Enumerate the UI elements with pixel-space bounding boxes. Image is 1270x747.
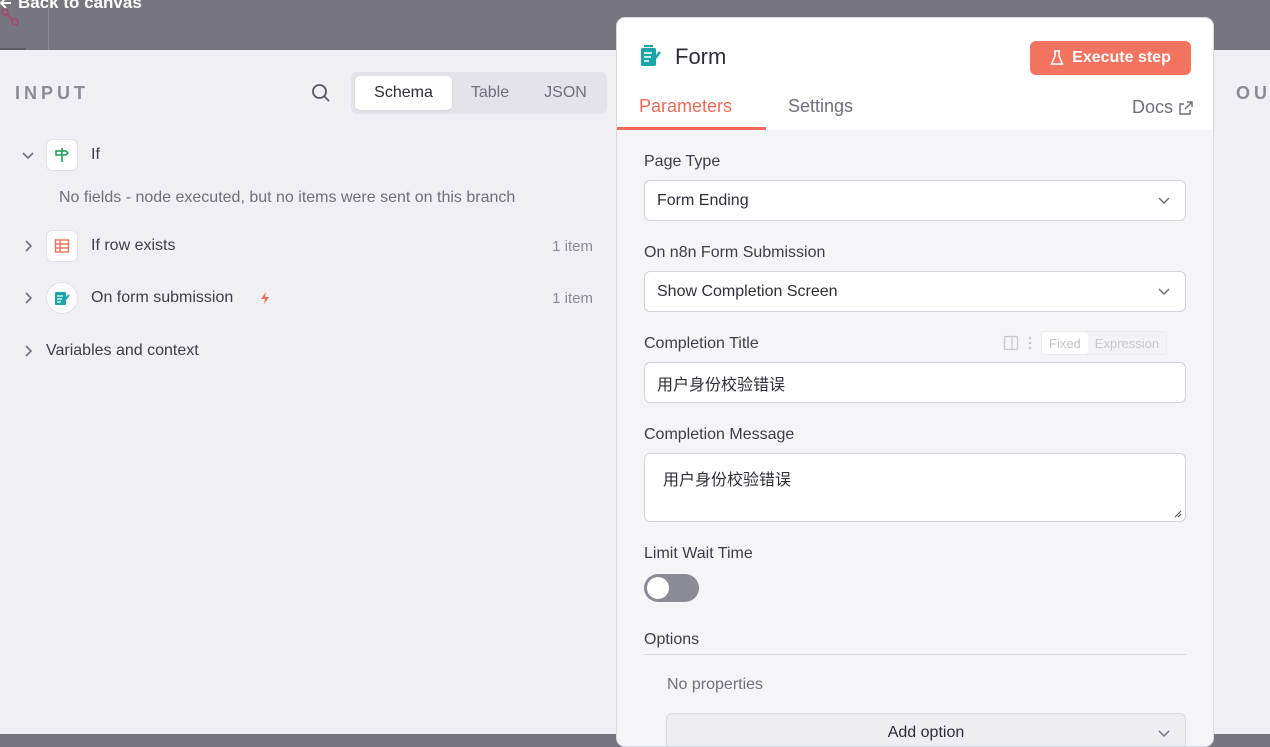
options-divider <box>644 654 1186 655</box>
add-option-label: Add option <box>887 724 965 741</box>
on-submission-select[interactable]: Show Completion Screen <box>644 271 1186 312</box>
chevron-down-icon <box>1158 197 1170 205</box>
workflow-node-icon <box>1 8 19 26</box>
on-submission-value: Show Completion Screen <box>657 282 838 300</box>
panel-layout-icon[interactable] <box>1003 335 1019 351</box>
view-tab-table[interactable]: Table <box>452 76 528 110</box>
mode-expression[interactable]: Expression <box>1088 336 1166 351</box>
page-type-select[interactable]: Form Ending <box>644 180 1186 221</box>
toggle-knob <box>647 577 669 599</box>
docs-label: Docs <box>1131 97 1173 117</box>
execute-step-label: Execute step <box>1072 49 1171 66</box>
table-node-icon <box>46 230 78 262</box>
chevron-down-icon <box>1158 730 1170 738</box>
chevron-right-icon[interactable] <box>20 238 36 254</box>
variables-label: Variables and context <box>46 342 199 359</box>
input-node-on-form-submission[interactable]: On form submission 1 item <box>0 280 620 316</box>
form-trigger-icon <box>46 282 78 314</box>
topbar-divider <box>48 0 49 50</box>
page-type-label: Page Type <box>644 153 721 170</box>
completion-title-label: Completion Title <box>644 335 759 352</box>
no-properties-text: No properties <box>667 676 764 693</box>
add-option-button[interactable]: Add option <box>666 713 1186 746</box>
more-vertical-icon[interactable] <box>1027 335 1033 351</box>
node-label: On form submission <box>91 289 234 306</box>
completion-message-value: 用户身份校验错误 <box>663 472 792 489</box>
panel-header: Form Execute step Parameters Settings Do… <box>617 18 1213 130</box>
tab-settings[interactable]: Settings <box>788 96 853 117</box>
completion-message-label: Completion Message <box>644 426 795 443</box>
flask-icon <box>1050 50 1064 65</box>
input-node-if[interactable]: If <box>0 137 620 173</box>
chevron-down-icon[interactable] <box>20 147 36 163</box>
resize-grip-icon[interactable] <box>1172 508 1182 518</box>
external-link-icon <box>1179 100 1193 115</box>
search-icon <box>312 84 330 102</box>
fixed-expression-toggle: Fixed Expression <box>1041 331 1168 355</box>
bolt-icon <box>261 292 269 304</box>
page-type-value: Form Ending <box>657 191 749 209</box>
input-search-button[interactable] <box>309 81 333 105</box>
input-node-if-row-exists[interactable]: If row exists 1 item <box>0 228 620 264</box>
on-submission-label: On n8n Form Submission <box>644 244 826 261</box>
item-count: 1 item <box>552 289 593 307</box>
docs-link[interactable]: Docs <box>1132 97 1193 118</box>
variables-and-context[interactable]: Variables and context <box>0 333 620 369</box>
form-icon <box>641 45 662 66</box>
back-to-canvas-label: Back to canvas <box>18 0 142 12</box>
chevron-right-icon[interactable] <box>20 290 36 306</box>
output-title: OU <box>1236 83 1270 103</box>
input-panel: INPUT Schema Table JSON If No fields - n… <box>0 50 620 734</box>
view-tab-json[interactable]: JSON <box>528 76 603 110</box>
node-label: If <box>91 146 100 163</box>
input-title: INPUT <box>15 83 89 103</box>
view-mode-toggle: Schema Table JSON <box>351 72 607 114</box>
if-node-icon <box>46 139 78 171</box>
limit-wait-label: Limit Wait Time <box>644 545 753 562</box>
no-fields-message: No fields - node executed, but no items … <box>59 189 516 206</box>
node-parameters-panel: Form Execute step Parameters Settings Do… <box>616 17 1214 747</box>
view-tab-schema[interactable]: Schema <box>355 76 452 110</box>
limit-wait-toggle[interactable] <box>644 574 699 602</box>
node-label: If row exists <box>91 237 176 254</box>
execute-step-button[interactable]: Execute step <box>1030 41 1191 75</box>
item-count: 1 item <box>552 237 593 255</box>
completion-title-input[interactable]: 用户身份校验错误 <box>644 362 1186 403</box>
options-title: Options <box>644 631 700 648</box>
completion-message-textarea[interactable]: 用户身份校验错误 <box>644 453 1186 522</box>
parameters-body: Page Type Form Ending On n8n Form Submis… <box>617 130 1213 746</box>
mode-fixed[interactable]: Fixed <box>1042 332 1088 354</box>
output-panel: OU <box>1214 50 1270 734</box>
tab-parameters[interactable]: Parameters <box>639 96 732 117</box>
chevron-right-icon[interactable] <box>20 343 36 359</box>
node-title[interactable]: Form <box>675 44 726 70</box>
chevron-down-icon <box>1158 288 1170 296</box>
completion-title-tools: Fixed Expression <box>1003 331 1168 355</box>
completion-title-value: 用户身份校验错误 <box>657 376 786 394</box>
